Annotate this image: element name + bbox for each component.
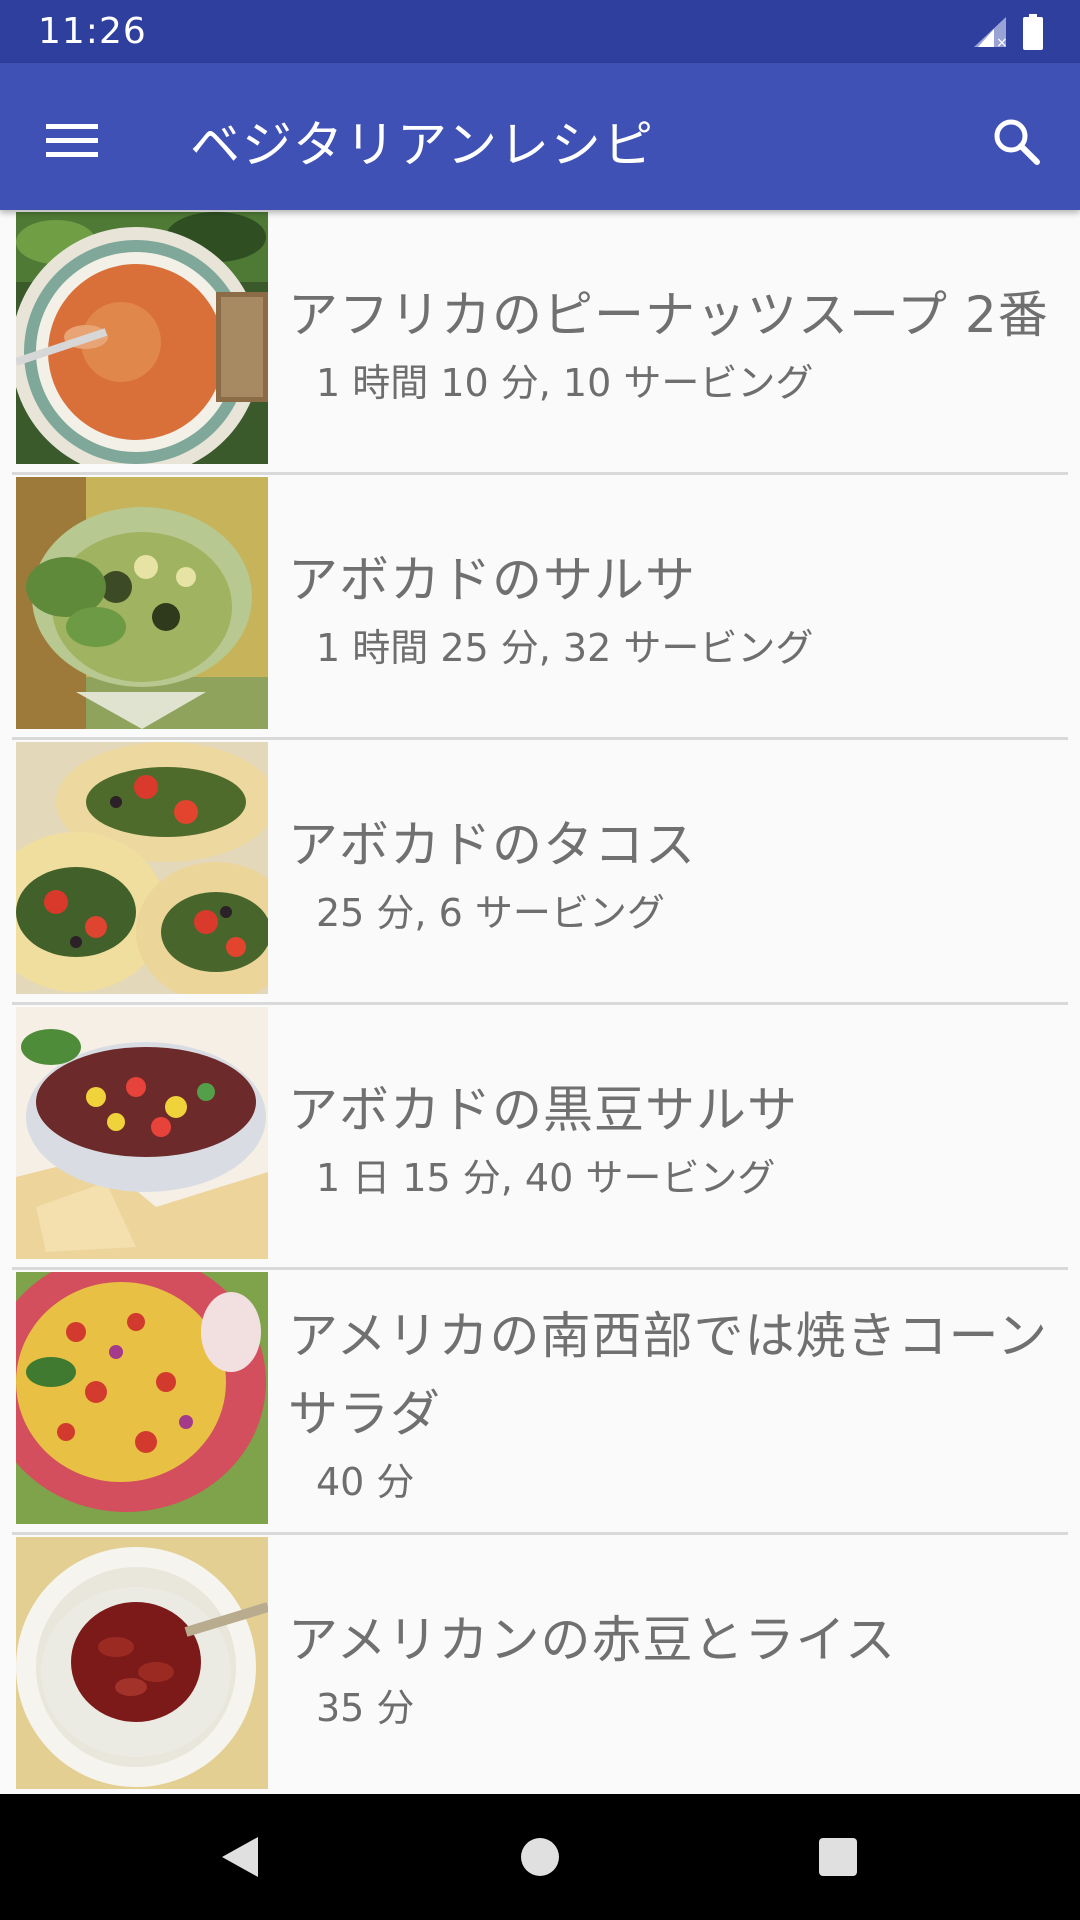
recipe-thumbnail [16, 1537, 268, 1789]
recipe-thumbnail [16, 742, 268, 994]
app-bar: ベジタリアンレシピ [0, 63, 1080, 210]
recents-icon [819, 1838, 857, 1876]
svg-text:×: × [996, 35, 1008, 49]
home-icon [521, 1838, 559, 1876]
recipe-item[interactable]: アボカドのサルサ 1 時間 25 分, 32 サービング [0, 475, 1080, 740]
recipe-text: アボカドのサルサ 1 時間 25 分, 32 サービング [288, 475, 1068, 737]
recipe-thumbnail [16, 477, 268, 729]
signal-icon: × [974, 16, 1008, 49]
recipe-list[interactable]: アフリカのピーナッツスープ 2番 1 時間 10 分, 10 サービング アボカ… [0, 210, 1080, 1794]
recipe-meta: 40 分 [316, 1459, 415, 1504]
search-button[interactable] [974, 99, 1058, 183]
recipe-text: アボカドの黒豆サルサ 1 日 15 分, 40 サービング [288, 1005, 1068, 1267]
recipe-title: アボカドのタコス [288, 815, 696, 874]
recipe-item[interactable]: アメリカンの赤豆とライス 35 分 [0, 1535, 1080, 1794]
recipe-item[interactable]: アメリカの南西部では焼きコーンサラダ 40 分 [0, 1270, 1080, 1535]
back-button[interactable] [200, 1821, 280, 1893]
search-icon [994, 119, 1040, 165]
page-title: ベジタリアンレシピ [190, 116, 655, 174]
recipe-meta: 25 分, 6 サービング [316, 890, 665, 935]
recipe-title: アメリカンの赤豆とライス [288, 1610, 896, 1669]
system-nav-bar [0, 1794, 1080, 1920]
recents-button[interactable] [798, 1821, 878, 1893]
recipe-meta: 35 分 [316, 1685, 415, 1730]
recipe-text: アメリカンの赤豆とライス 35 分 [288, 1535, 1068, 1794]
recipe-item[interactable]: アボカドの黒豆サルサ 1 日 15 分, 40 サービング [0, 1005, 1080, 1270]
battery-icon [1023, 13, 1043, 50]
back-icon [222, 1837, 258, 1877]
recipe-meta: 1 日 15 分, 40 サービング [316, 1155, 776, 1200]
recipe-meta: 1 時間 10 分, 10 サービング [316, 360, 814, 405]
recipe-meta: 1 時間 25 分, 32 サービング [316, 625, 814, 670]
recipe-thumbnail [16, 1272, 268, 1524]
recipe-thumbnail [16, 1007, 268, 1259]
home-button[interactable] [500, 1821, 580, 1893]
recipe-text: アメリカの南西部では焼きコーンサラダ 40 分 [288, 1270, 1068, 1532]
recipe-item[interactable]: アボカドのタコス 25 分, 6 サービング [0, 740, 1080, 1005]
status-icons: × [972, 13, 1044, 50]
status-time: 11:26 [38, 11, 147, 52]
recipe-title: アボカドのサルサ [288, 550, 696, 609]
recipe-text: アフリカのピーナッツスープ 2番 1 時間 10 分, 10 サービング [288, 210, 1068, 472]
recipe-text: アボカドのタコス 25 分, 6 サービング [288, 740, 1068, 1002]
recipe-thumbnail [16, 212, 268, 464]
menu-button[interactable] [30, 99, 114, 183]
recipe-title: アフリカのピーナッツスープ 2番 [288, 285, 1049, 344]
recipe-item[interactable]: アフリカのピーナッツスープ 2番 1 時間 10 分, 10 サービング [0, 210, 1080, 475]
recipe-title: アメリカの南西部では焼きコーンサラダ [288, 1306, 1048, 1443]
status-bar: 11:26 × [0, 0, 1080, 63]
menu-icon [46, 124, 98, 157]
recipe-title: アボカドの黒豆サルサ [288, 1080, 798, 1139]
